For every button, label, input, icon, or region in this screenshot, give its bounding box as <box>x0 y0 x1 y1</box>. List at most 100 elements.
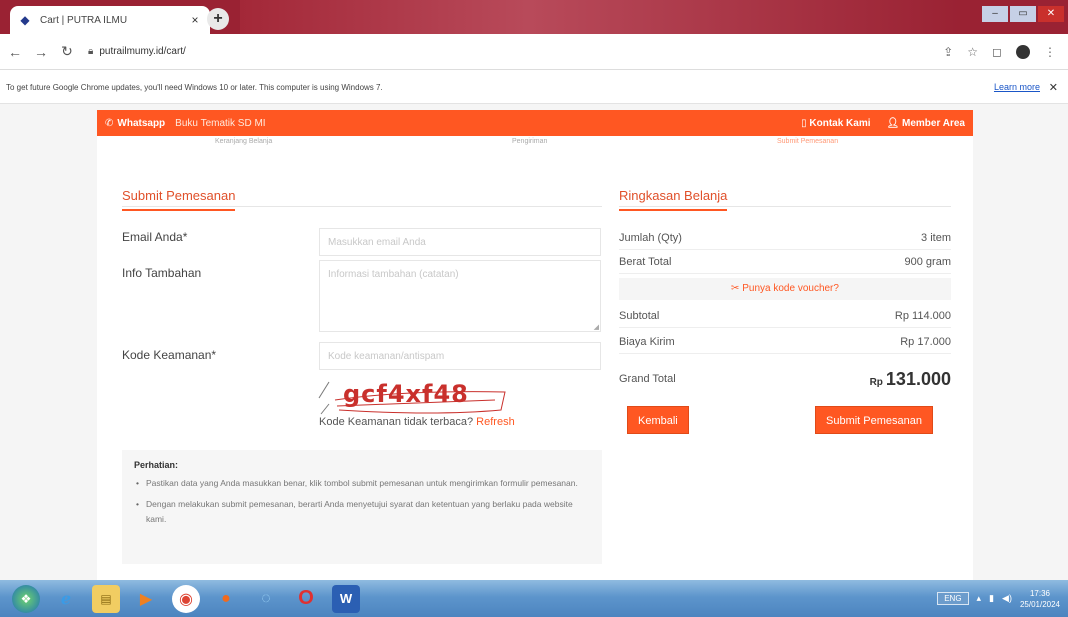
share-icon[interactable]: ⇪ <box>943 45 953 59</box>
top-bar-right: ▯ Kontak Kami 👤︎ Member Area <box>801 118 965 129</box>
user-icon: 👤︎ <box>886 117 902 129</box>
grand-total-row: Grand Total Rp 131.000 <box>619 364 951 394</box>
weight-row: Berat Total 900 gram <box>619 250 951 274</box>
email-field[interactable]: Masukkan email Anda <box>319 228 601 256</box>
start-button-icon[interactable]: ❖ <box>12 584 40 613</box>
qty-value: 3 item <box>921 231 951 244</box>
grand-total-label: Grand Total <box>619 373 676 385</box>
weight-value: 900 gram <box>904 255 951 268</box>
back-arrow-icon[interactable]: ← <box>4 44 26 60</box>
email-label: Email Anda* <box>122 230 188 244</box>
voucher-label: Punya kode voucher? <box>742 283 839 294</box>
qty-row: Jumlah (Qty) 3 item <box>619 226 951 250</box>
notice-item: Dengan melakukan submit pemesanan, berar… <box>134 497 590 527</box>
volume-icon[interactable]: ◀) <box>1002 593 1012 604</box>
category-link[interactable]: Buku Tematik SD MI <box>175 118 265 129</box>
media-player-icon[interactable]: ▶ <box>132 585 160 613</box>
opera-icon[interactable]: O <box>292 585 320 613</box>
captcha-text: gcf4xf48 <box>343 380 469 408</box>
tab-close-icon[interactable]: × <box>188 13 202 27</box>
site-favicon-icon: ◆ <box>20 13 30 27</box>
system-tray: ENG ▴ ▮ ◀) 17:36 25/01/2024 <box>937 580 1060 617</box>
file-explorer-icon[interactable]: ▤ <box>92 584 120 613</box>
subtotal-row: Subtotal Rp 114.000 <box>619 304 951 328</box>
window-controls: – ▭ ✕ <box>982 6 1064 22</box>
shipping-label: Biaya Kirim <box>619 335 675 348</box>
whatsapp-label: Whatsapp <box>117 117 166 129</box>
clock-date: 25/01/2024 <box>1019 599 1060 609</box>
subtotal-value: Rp 114.000 <box>894 309 951 322</box>
summary-title: Ringkasan Belanja <box>619 188 728 211</box>
profile-avatar[interactable] <box>1016 44 1030 59</box>
url-text: putrailmumy.id/cart/ <box>99 46 186 57</box>
security-code-field[interactable]: Kode keamanan/antispam <box>319 342 601 370</box>
member-link[interactable]: 👤︎ Member Area <box>887 118 965 129</box>
grand-total-value: 131.000 <box>885 368 951 389</box>
maximize-button[interactable]: ▭ <box>1010 6 1036 22</box>
internet-explorer-icon[interactable]: ℯ <box>52 585 80 613</box>
browser-tab-strip: ◆ Cart | PUTRA ILMU × + – ▭ ✕ <box>0 0 1068 34</box>
close-window-button[interactable]: ✕ <box>1038 6 1064 22</box>
tab-search-icon[interactable]: ◻ <box>992 45 1002 59</box>
voucher-icon: ✂ <box>731 283 743 294</box>
tab-strip-background <box>240 0 960 34</box>
update-infobar: To get future Google Chrome updates, you… <box>0 71 1068 104</box>
clock-time: 17:36 <box>1029 588 1050 598</box>
checkout-steps: Keranjang Belanja Pengiriman Submit Peme… <box>97 136 973 148</box>
page-content: ✆ Whatsapp Buku Tematik SD MI ▯ Kontak K… <box>0 104 1068 580</box>
back-button[interactable]: Kembali <box>627 406 689 434</box>
toolbar-actions: ⇪ ☆ ◻ ⋮ <box>943 44 1056 59</box>
step-shipping: Pengiriman <box>512 138 548 145</box>
contact-label: Kontak Kami <box>809 117 871 129</box>
captcha-note-text: Kode Keamanan tidak terbaca? <box>319 416 474 428</box>
menu-kebab-icon[interactable]: ⋮ <box>1044 45 1056 59</box>
new-tab-button[interactable]: + <box>207 8 229 30</box>
messenger-icon[interactable]: ◌ <box>252 585 280 613</box>
minimize-button[interactable]: – <box>982 6 1008 22</box>
browser-toolbar: ← → ↻ 🔒︎ putrailmumy.id/cart/ ⇪ ☆ ◻ ⋮ <box>0 34 1068 70</box>
infobar-message: To get future Google Chrome updates, you… <box>6 82 383 92</box>
notice-item: Pastikan data yang Anda masukkan benar, … <box>134 476 590 491</box>
qty-label: Jumlah (Qty) <box>619 231 682 244</box>
step-cart: Keranjang Belanja <box>215 138 273 145</box>
learn-more-link[interactable]: Learn more <box>994 82 1040 92</box>
contact-link[interactable]: ▯ Kontak Kami <box>801 118 870 129</box>
windows-taskbar: ❖ ℯ ▤ ▶ ◉ ● ◌ O W ENG ▴ ▮ ◀) 17:36 25/01… <box>0 580 1068 617</box>
infobar-close-icon[interactable]: ✕ <box>1049 81 1058 94</box>
voucher-link[interactable]: ✂ Punya kode voucher? <box>619 278 951 300</box>
shipping-row: Biaya Kirim Rp 17.000 <box>619 330 951 354</box>
bookmark-star-icon[interactable]: ☆ <box>967 45 978 59</box>
security-label: Kode Keamanan* <box>122 348 217 362</box>
reload-icon[interactable]: ↻ <box>56 43 78 60</box>
network-icon[interactable]: ▮ <box>989 593 994 604</box>
forward-arrow-icon[interactable]: → <box>30 44 52 60</box>
captcha-image: gcf4xf48 <box>315 376 535 420</box>
info-textarea[interactable]: Informasi tambahan (catatan) <box>319 260 601 332</box>
grand-total-amount: Rp 131.000 <box>870 369 951 390</box>
submit-order-button[interactable]: Submit Pemesanan <box>815 406 933 434</box>
notice-box: Perhatian: Pastikan data yang Anda masuk… <box>122 450 602 564</box>
lock-icon: 🔒︎ <box>88 46 94 57</box>
address-bar[interactable]: 🔒︎ putrailmumy.id/cart/ <box>88 40 933 64</box>
shipping-value: Rp 17.000 <box>900 335 951 348</box>
refresh-captcha-link[interactable]: Refresh <box>476 416 515 428</box>
whatsapp-icon: ✆ <box>105 117 114 129</box>
info-label: Info Tambahan <box>122 266 202 280</box>
language-indicator[interactable]: ENG <box>937 592 969 605</box>
tab-title: Cart | PUTRA ILMU <box>40 14 128 26</box>
tray-arrow-icon[interactable]: ▴ <box>977 593 982 604</box>
firefox-icon[interactable]: ● <box>212 585 240 613</box>
chrome-icon[interactable]: ◉ <box>172 584 200 613</box>
captcha-note: Kode Keamanan tidak terbaca? Refresh <box>319 416 515 428</box>
word-icon[interactable]: W <box>332 584 360 613</box>
whatsapp-link[interactable]: ✆ Whatsapp <box>105 118 165 129</box>
clock[interactable]: 17:36 25/01/2024 <box>1020 588 1060 610</box>
checkout-card: Submit Pemesanan Email Anda* Masukkan em… <box>97 148 973 580</box>
browser-tab[interactable]: ◆ Cart | PUTRA ILMU × <box>10 6 210 34</box>
form-title: Submit Pemesanan <box>122 188 236 211</box>
weight-label: Berat Total <box>619 255 672 268</box>
notice-heading: Perhatian: <box>134 460 179 470</box>
site-top-bar: ✆ Whatsapp Buku Tematik SD MI ▯ Kontak K… <box>97 110 973 136</box>
subtotal-label: Subtotal <box>619 309 660 322</box>
notice-list: Pastikan data yang Anda masukkan benar, … <box>134 476 590 527</box>
